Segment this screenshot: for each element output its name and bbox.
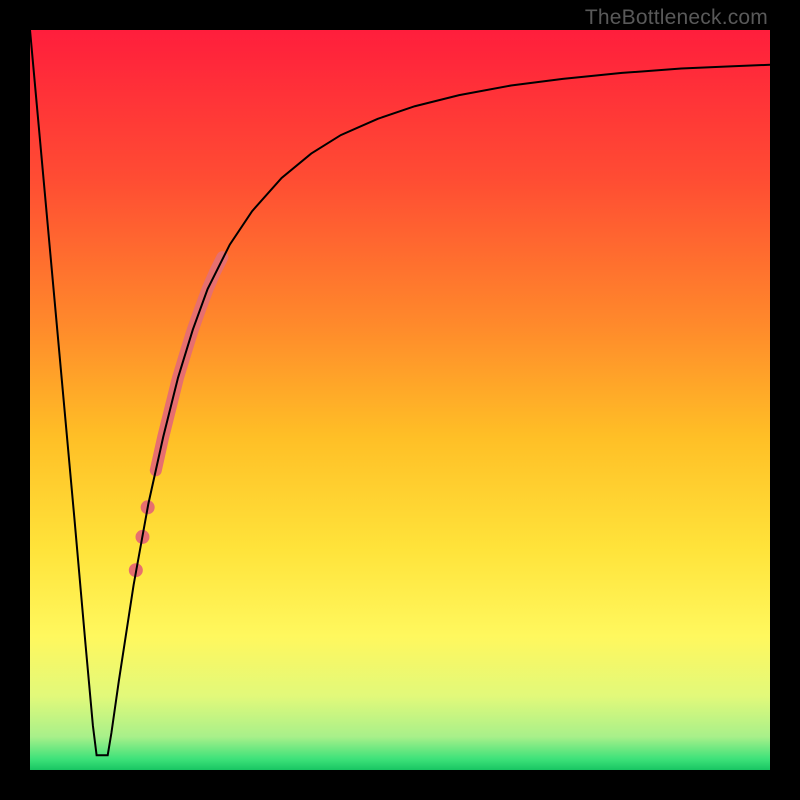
plot-area: [30, 30, 770, 770]
chart-frame: TheBottleneck.com: [0, 0, 800, 800]
watermark-text: TheBottleneck.com: [585, 6, 768, 30]
bottleneck-curve: [30, 30, 770, 755]
chart-svg: [30, 30, 770, 770]
highlight-band: [156, 257, 223, 470]
